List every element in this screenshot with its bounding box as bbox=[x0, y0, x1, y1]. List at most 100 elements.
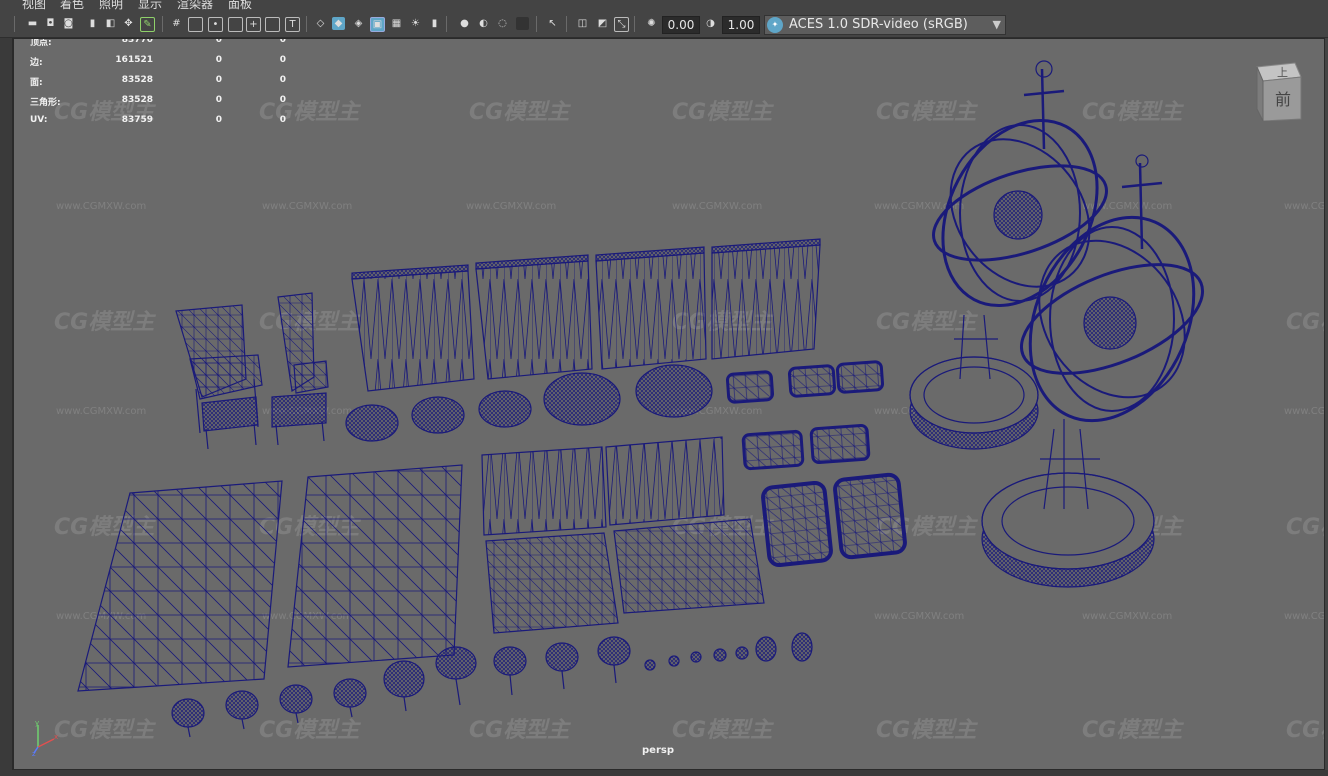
cushion-model[interactable] bbox=[345, 404, 399, 442]
gamma-field[interactable]: 1.00 bbox=[722, 16, 760, 34]
exposure-icon[interactable]: ✺ bbox=[645, 17, 658, 30]
watermark-logo: CG模型主 bbox=[1286, 310, 1325, 335]
toolbar-divider bbox=[536, 16, 537, 32]
hud-value: 83528 bbox=[121, 95, 153, 105]
shadows-icon[interactable]: ☀ bbox=[409, 17, 422, 30]
use-all-lights-icon[interactable]: ▦ bbox=[390, 17, 403, 30]
hud-value: 0 bbox=[279, 75, 286, 85]
panel-toolbar: ▬ ◘ ◙ ▮ ◧ ✥ ✎ # • + T ◇ ◆ ◈ ▣ ▦ ☀ ▮ ● ◐ … bbox=[0, 10, 1328, 38]
menu-show[interactable]: 显示 bbox=[138, 0, 162, 10]
viewcube[interactable]: 上 前 bbox=[1247, 61, 1303, 121]
watermark-logo: CG模型主 bbox=[54, 310, 156, 335]
floor-plane[interactable] bbox=[287, 464, 463, 668]
floor-plane[interactable] bbox=[77, 480, 283, 692]
chair-model[interactable] bbox=[277, 292, 329, 394]
scene-wireframe[interactable]: CG模型主 CG模型主 CG模型主 CG模型主 CG模型主 CG模型主 CG模型… bbox=[14, 39, 1325, 770]
resolution-gate-icon[interactable]: • bbox=[208, 17, 223, 32]
screen-panel[interactable] bbox=[351, 264, 475, 392]
frame-model[interactable] bbox=[835, 360, 885, 394]
watermark-logo: CG模型主 bbox=[1082, 100, 1184, 125]
camera-attributes-icon[interactable]: ◘ bbox=[44, 17, 57, 30]
hud-label: 边: bbox=[30, 58, 43, 68]
gamma-icon[interactable]: ◑ bbox=[704, 17, 717, 30]
safe-action-icon[interactable] bbox=[265, 17, 280, 32]
lighting-options-icon[interactable]: ▮ bbox=[428, 17, 441, 30]
menu-lighting[interactable]: 照明 bbox=[99, 0, 123, 10]
wireframe-icon[interactable]: ◇ bbox=[314, 17, 327, 30]
watermark-url: www.CGMXW.com bbox=[56, 406, 146, 417]
watermark-url: www.CGMXW.com bbox=[1284, 611, 1325, 622]
frame-model[interactable] bbox=[741, 429, 805, 471]
wireframe-on-shaded-icon[interactable]: ◈ bbox=[352, 17, 365, 30]
bottom-panel-edge bbox=[0, 770, 1328, 776]
motion-blur-icon[interactable]: ◐ bbox=[477, 17, 490, 30]
floor-tile-panel[interactable] bbox=[485, 532, 619, 634]
floor-tile-panel[interactable] bbox=[613, 518, 765, 614]
frame-model[interactable] bbox=[787, 364, 837, 398]
xray-active-icon[interactable]: ⤡ bbox=[614, 17, 629, 32]
gate-mask-icon[interactable] bbox=[228, 17, 243, 32]
hud-value: 0 bbox=[279, 55, 286, 65]
tray-model[interactable] bbox=[761, 480, 833, 568]
bowl-model[interactable] bbox=[543, 372, 621, 426]
watermark-url: www.CGMXW.com bbox=[1284, 201, 1325, 212]
screen-panel[interactable] bbox=[711, 238, 821, 360]
hud-label: 面: bbox=[30, 78, 43, 88]
anti-aliasing-icon[interactable]: ◌ bbox=[496, 17, 509, 30]
exposure-field[interactable]: 0.00 bbox=[662, 16, 700, 34]
cushion-model[interactable] bbox=[411, 396, 465, 434]
menu-panels[interactable]: 面板 bbox=[228, 0, 252, 10]
camera-icon[interactable]: ▬ bbox=[26, 17, 39, 30]
film-gate-icon[interactable] bbox=[188, 17, 203, 32]
frame-model[interactable] bbox=[725, 370, 775, 404]
camera-tools-icon[interactable]: ◙ bbox=[62, 17, 75, 30]
grid-icon[interactable]: # bbox=[170, 17, 183, 30]
color-space-dropdown[interactable]: ✦ ACES 1.0 SDR-video (sRGB) ▼ bbox=[764, 15, 1006, 35]
stool-model[interactable] bbox=[271, 392, 327, 446]
grease-pencil-icon[interactable]: ✎ bbox=[140, 17, 155, 32]
hud-value: 0 bbox=[215, 75, 222, 85]
safe-title-icon[interactable]: T bbox=[285, 17, 300, 32]
menu-view[interactable]: 视图 bbox=[22, 0, 46, 10]
screen-panel[interactable] bbox=[475, 254, 593, 380]
2d-pan-zoom-icon[interactable]: ✥ bbox=[122, 17, 135, 30]
cushion-model[interactable] bbox=[478, 390, 532, 428]
ambient-occlusion-icon[interactable]: ● bbox=[458, 17, 471, 30]
image-plane-icon[interactable]: ◧ bbox=[104, 17, 117, 30]
watermark-logo: CG模型主 bbox=[469, 718, 571, 743]
x-axis-label: x bbox=[54, 733, 58, 741]
xray-joints-icon[interactable]: ◩ bbox=[596, 17, 609, 30]
menu-renderer[interactable]: 渲染器 bbox=[177, 0, 213, 10]
smooth-shade-icon[interactable]: ◆ bbox=[332, 17, 345, 30]
hud-value: 0 bbox=[279, 95, 286, 105]
depth-of-field-icon[interactable] bbox=[516, 17, 529, 30]
menu-shading[interactable]: 着色 bbox=[60, 0, 84, 10]
wall-panel[interactable] bbox=[481, 446, 607, 536]
watermark-url: www.CGMXW.com bbox=[466, 201, 556, 212]
tray-model[interactable] bbox=[833, 472, 907, 560]
watermark-url: www.CGMXW.com bbox=[1082, 611, 1172, 622]
hud-value: 0 bbox=[215, 38, 222, 45]
viewport-persp[interactable]: CG模型主 CG模型主 CG模型主 CG模型主 CG模型主 CG模型主 CG模型… bbox=[13, 38, 1325, 770]
watermark-logo: CG模型主 bbox=[876, 718, 978, 743]
xray-icon[interactable]: ◫ bbox=[576, 17, 589, 30]
watermark-logo: CG模型主 bbox=[672, 718, 774, 743]
screen-panel[interactable] bbox=[595, 246, 707, 370]
field-chart-icon[interactable]: + bbox=[246, 17, 261, 32]
textured-icon[interactable]: ▣ bbox=[370, 17, 385, 32]
watermark-logo: CG模型主 bbox=[259, 718, 361, 743]
toolbar-divider bbox=[14, 16, 15, 32]
hud-value: 83759 bbox=[121, 115, 153, 125]
watermark-url: www.CGMXW.com bbox=[56, 201, 146, 212]
wall-panel[interactable] bbox=[605, 436, 725, 526]
x-axis-line bbox=[37, 738, 55, 748]
color-space-label: ACES 1.0 SDR-video (sRGB) bbox=[789, 17, 968, 32]
chevron-down-icon: ▼ bbox=[992, 18, 1001, 31]
bowl-model[interactable] bbox=[635, 364, 713, 418]
isolate-select-icon[interactable]: ↖ bbox=[546, 17, 559, 30]
watermark-url: www.CGMXW.com bbox=[672, 201, 762, 212]
stool-model[interactable] bbox=[201, 396, 259, 450]
toolbar-divider bbox=[162, 16, 163, 32]
frame-model[interactable] bbox=[809, 423, 871, 465]
bookmark-icon[interactable]: ▮ bbox=[86, 17, 99, 30]
